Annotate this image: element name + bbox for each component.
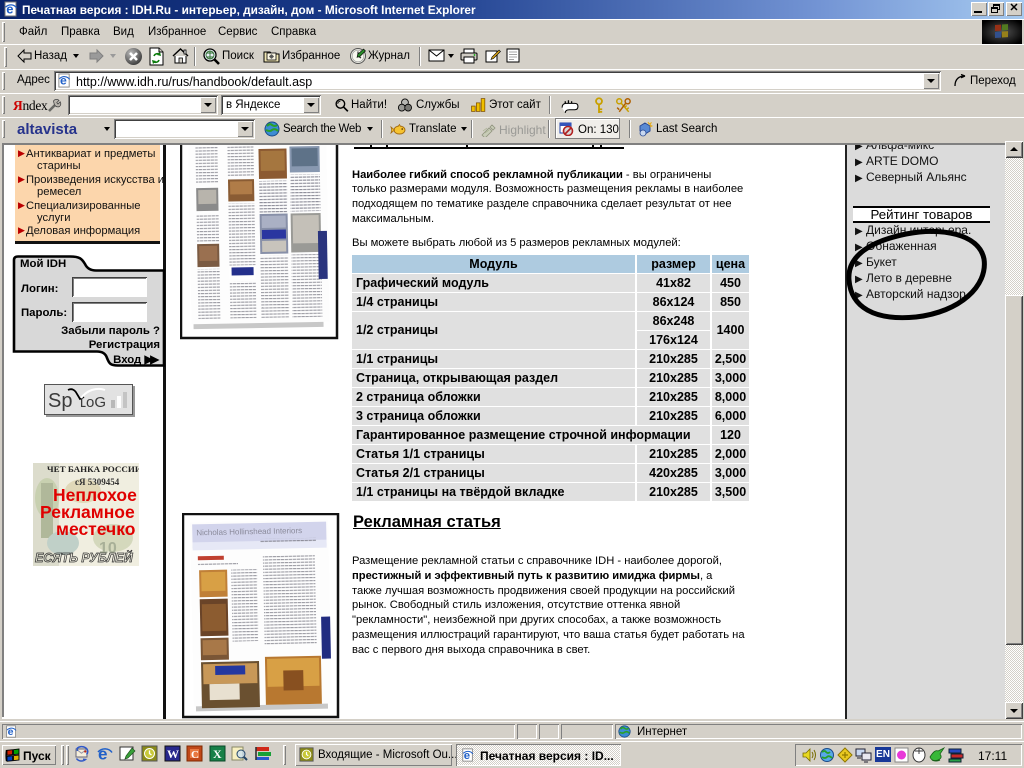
svg-text:ЧЕТ БАНКА РОССИИ: ЧЕТ БАНКА РОССИИ [47,464,139,473]
svg-text:W: W [167,747,179,761]
svg-text:ʟoG: ʟoG [80,394,106,411]
svg-text:C: C [191,749,199,761]
svg-text:Sp: Sp [48,390,72,412]
svg-text:e: e [60,74,67,88]
svg-text:X: X [213,747,222,761]
svg-text:e: e [98,745,107,762]
svg-text:e: e [6,2,13,17]
svg-text:ЕСЯТЬ РУБЛЕЙ: ЕСЯТЬ РУБЛЕЙ [35,549,134,565]
svg-text:местечко: местечко [56,519,135,539]
